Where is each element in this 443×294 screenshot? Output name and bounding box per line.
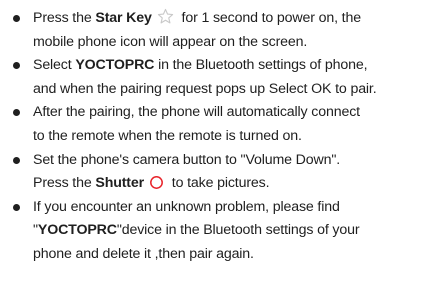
list-item: Set the phone's camera button to "Volume…: [10, 149, 443, 196]
bullet-icon: [13, 203, 20, 211]
item-line: mobile phone icon will appear on the scr…: [33, 33, 308, 50]
text: in the Bluetooth settings of phone,: [154, 57, 368, 74]
item-line: "YOCTOPRC"device in the Bluetooth settin…: [33, 219, 443, 243]
shutter-circle-icon: [150, 176, 163, 190]
item-line: and when the pairing request pops up Sel…: [33, 80, 377, 97]
item-line: Select YOCTOPRC in the Bluetooth setting…: [33, 54, 443, 78]
star-icon: [157, 8, 173, 24]
text: for 1 second to power on, the: [177, 10, 362, 26]
bullet-icon: [13, 109, 20, 117]
item-line: Press the Shutter to take pictures.: [33, 172, 443, 196]
item-line: to the remote when the remote is turned …: [33, 127, 302, 144]
bullet-icon: [13, 156, 20, 164]
item-line: After the pairing, the phone will automa…: [33, 104, 360, 121]
shutter-label: Shutter: [95, 175, 144, 192]
item-line: If you encounter an unknown problem, ple…: [33, 198, 340, 215]
text: "device in the Bluetooth settings of you…: [116, 222, 360, 239]
list-item: Press the Star Key for 1 second to power…: [10, 7, 443, 54]
bullet-icon: [13, 62, 20, 70]
list-item: After the pairing, the phone will automa…: [10, 101, 443, 148]
item-line: Set the phone's camera button to "Volume…: [33, 151, 341, 168]
item-line: phone and delete it ,then pair again.: [33, 245, 254, 262]
instruction-document: Press the Star Key for 1 second to power…: [0, 0, 443, 294]
list-item: Select YOCTOPRC in the Bluetooth setting…: [10, 54, 443, 101]
text: Select: [33, 57, 76, 74]
item-line: Press the Star Key for 1 second to power…: [33, 7, 443, 31]
bullet-icon: [13, 15, 20, 22]
text: to take pictures.: [167, 175, 270, 192]
instruction-list: Press the Star Key for 1 second to power…: [10, 7, 443, 267]
list-item: If you encounter an unknown problem, ple…: [10, 196, 443, 267]
text: Press the: [33, 10, 96, 26]
device-name: YOCTOPRC: [37, 222, 117, 239]
device-name: YOCTOPRC: [75, 57, 155, 74]
text: Press the: [33, 175, 96, 192]
star-key-label: Star Key: [95, 10, 152, 26]
